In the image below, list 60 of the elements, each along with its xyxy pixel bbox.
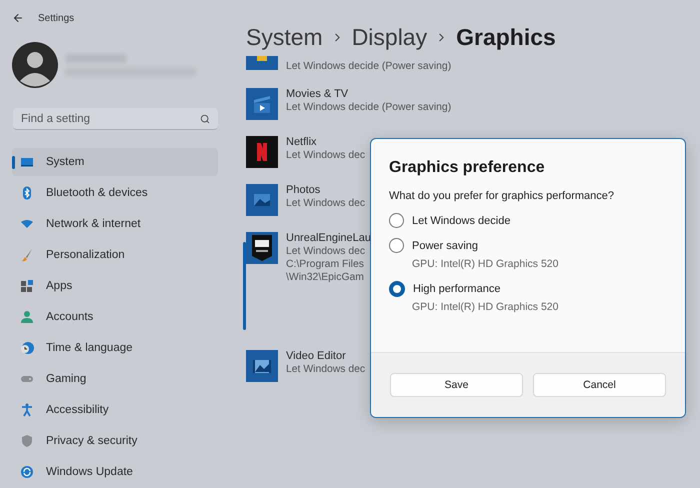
dialog-question: What do you prefer for graphics performance?: [389, 190, 616, 202]
app-path: C:\Program Files: [286, 259, 365, 270]
nav-item[interactable]: Gaming: [12, 365, 218, 393]
shield-icon: [20, 434, 34, 448]
app-name: Movies & TV: [286, 88, 350, 100]
nav-item[interactable]: Apps: [12, 272, 218, 300]
update-icon: [20, 465, 34, 479]
app-name: Netflix: [286, 136, 318, 148]
search-field[interactable]: Find a setting: [13, 108, 218, 130]
nav-item[interactable]: System: [12, 148, 218, 176]
netflix-logo-icon: [246, 136, 278, 168]
app-preference: Let Windows dec: [286, 198, 366, 209]
app-preference: Let Windows dec: [286, 150, 366, 161]
nav-item[interactable]: Network & internet: [12, 210, 218, 238]
app-preference: Let Windows decide (Power saving): [286, 61, 452, 72]
save-button[interactable]: Save: [390, 373, 523, 397]
radio-button[interactable]: [389, 280, 405, 296]
nav-item[interactable]: Windows Update: [12, 458, 218, 486]
globe-clock-icon: [20, 341, 34, 355]
shield-logo-icon: [246, 232, 278, 264]
monitor-icon: [20, 155, 34, 169]
dialog-title: Graphics preference: [389, 159, 546, 177]
film-icon: [246, 350, 278, 382]
wifi-icon: [20, 217, 34, 231]
radio-button[interactable]: [389, 213, 404, 228]
app-preference: Let Windows dec: [286, 364, 366, 375]
app-preference: Let Windows dec: [286, 246, 366, 257]
bluetooth-icon: [20, 186, 34, 200]
avatar-icon: [12, 42, 58, 88]
person-icon: [20, 310, 34, 324]
nav-item[interactable]: Bluetooth & devices: [12, 179, 218, 207]
gpu-info: GPU: Intel(R) HD Graphics 520: [412, 301, 560, 315]
app-icon: [246, 56, 278, 70]
option-label[interactable]: Power saving: [412, 240, 478, 252]
window-title: Settings: [38, 12, 74, 24]
play-icon: [246, 88, 278, 120]
breadcrumb-item: Graphics: [456, 24, 556, 50]
radio-button[interactable]: [389, 238, 404, 253]
nav-item[interactable]: Time & language: [12, 334, 218, 362]
app-preference: Let Windows decide (Power saving): [286, 102, 452, 113]
cancel-button[interactable]: Cancel: [533, 373, 666, 397]
nav-item[interactable]: Personalization: [12, 241, 218, 269]
option-label[interactable]: Let Windows decide: [412, 214, 510, 226]
nav-item[interactable]: Privacy & security: [12, 427, 218, 455]
brush-icon: [20, 248, 34, 262]
app-name: Photos: [286, 184, 322, 196]
app-name: Video Editor: [286, 350, 347, 362]
breadcrumb-item[interactable]: System: [246, 24, 323, 50]
nav-item[interactable]: Accounts: [12, 303, 218, 331]
apps-icon: [20, 279, 34, 293]
app-name: UnrealEngineLau: [286, 232, 372, 244]
app-path: \Win32\EpicGam: [286, 272, 365, 283]
image-icon: [246, 184, 278, 216]
option-label[interactable]: High performance: [413, 282, 500, 294]
breadcrumb-item[interactable]: Display: [352, 24, 428, 50]
gpu-info: GPU: Intel(R) HD Graphics 520: [412, 258, 560, 272]
nav-item[interactable]: Accessibility: [12, 396, 218, 424]
back-icon[interactable]: [12, 12, 24, 24]
search-icon: [200, 114, 210, 124]
accessibility-icon: [20, 403, 34, 417]
